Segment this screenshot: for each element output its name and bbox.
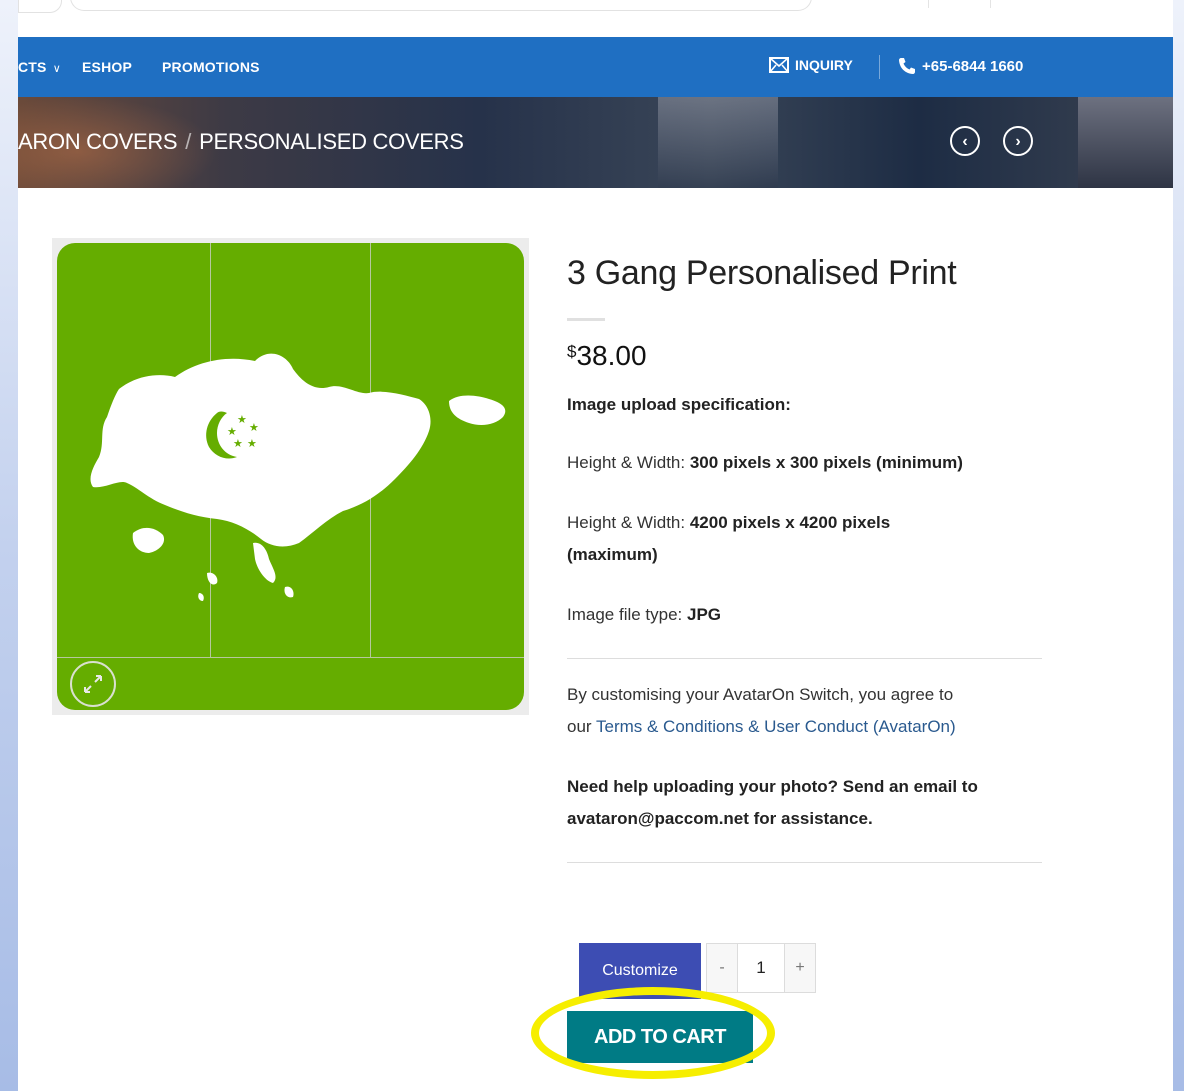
expand-icon — [84, 675, 102, 693]
browser-tab-fragment — [18, 0, 62, 13]
chevron-right-icon: › — [1015, 133, 1021, 150]
nav-item-products[interactable]: CTS ∨ — [18, 59, 61, 75]
quantity-decrease-button[interactable]: - — [707, 944, 737, 992]
toolbar-divider — [928, 0, 929, 8]
phone-number: +65-6844 1660 — [922, 57, 1024, 75]
quantity-increase-button[interactable]: + — [785, 944, 815, 992]
phone-icon — [899, 58, 915, 74]
spec-maximum: Height & Width: 4200 pixels x 4200 pixel… — [567, 513, 891, 564]
chevron-down-icon: ∨ — [52, 63, 61, 75]
product-page: CTS ∨ ESHOP PROMOTIONS INQUIRY +65-6844 … — [18, 0, 1173, 1091]
svg-text:★: ★ — [233, 437, 243, 450]
toolbar-divider — [990, 0, 991, 8]
nav-item-promotions[interactable]: PROMOTIONS — [162, 59, 260, 75]
main-navigation: CTS ∨ ESHOP PROMOTIONS INQUIRY +65-6844 … — [18, 37, 1173, 97]
terms-notice: By customising your AvatarOn Switch, you… — [567, 685, 956, 736]
banner-background — [658, 97, 778, 188]
spec-heading: Image upload specification: — [567, 395, 791, 414]
nav-item-label: CTS — [18, 59, 47, 75]
address-bar[interactable] — [70, 0, 812, 11]
zoom-button[interactable] — [70, 661, 116, 707]
envelope-icon — [769, 57, 789, 73]
next-product-button[interactable]: › — [1003, 126, 1033, 156]
price-amount: 38.00 — [576, 340, 647, 371]
page-header-banner: ARON COVERS / PERSONALISED COVERS ‹ › — [18, 97, 1173, 188]
browser-top-strip — [18, 0, 1173, 37]
quantity-stepper: - 1 + — [706, 943, 816, 993]
currency-symbol: $ — [567, 342, 577, 361]
breadcrumb: ARON COVERS / PERSONALISED COVERS — [18, 129, 464, 155]
previous-product-button[interactable]: ‹ — [950, 126, 980, 156]
spec-minimum: Height & Width: 300 pixels x 300 pixels … — [567, 453, 963, 472]
breadcrumb-item[interactable]: ARON COVERS — [18, 129, 178, 154]
help-notice: Need help uploading your photo? Send an … — [567, 777, 978, 828]
svg-text:★: ★ — [249, 421, 259, 434]
breadcrumb-item[interactable]: PERSONALISED COVERS — [199, 129, 464, 154]
inquiry-link[interactable]: INQUIRY — [769, 57, 853, 73]
nav-item-eshop[interactable]: ESHOP — [82, 59, 132, 75]
switch-plate-image: ★ ★ ★ ★ ★ — [57, 243, 524, 710]
support-email: avataron@paccom.net for assistance. — [567, 809, 873, 828]
quantity-input[interactable]: 1 — [737, 944, 785, 992]
banner-background — [1078, 97, 1173, 188]
section-divider — [567, 862, 1042, 863]
title-divider — [567, 318, 605, 321]
product-price: $38.00 — [567, 340, 647, 372]
breadcrumb-separator: / — [185, 129, 192, 154]
svg-text:★: ★ — [237, 413, 247, 426]
svg-text:★: ★ — [247, 437, 257, 450]
section-divider — [567, 658, 1042, 659]
nav-divider — [879, 55, 880, 79]
spec-filetype: Image file type: JPG — [567, 605, 722, 624]
terms-link[interactable]: Terms & Conditions & User Conduct (Avata… — [596, 717, 956, 736]
inquiry-label: INQUIRY — [795, 57, 853, 73]
chevron-left-icon: ‹ — [962, 133, 968, 150]
highlight-annotation — [531, 987, 775, 1079]
singapore-map-graphic: ★ ★ ★ ★ ★ — [90, 353, 506, 601]
product-title: 3 Gang Personalised Print — [567, 254, 957, 292]
product-image-gallery[interactable]: ★ ★ ★ ★ ★ — [52, 238, 529, 715]
phone-link[interactable]: +65-6844 1660 — [898, 57, 1023, 75]
